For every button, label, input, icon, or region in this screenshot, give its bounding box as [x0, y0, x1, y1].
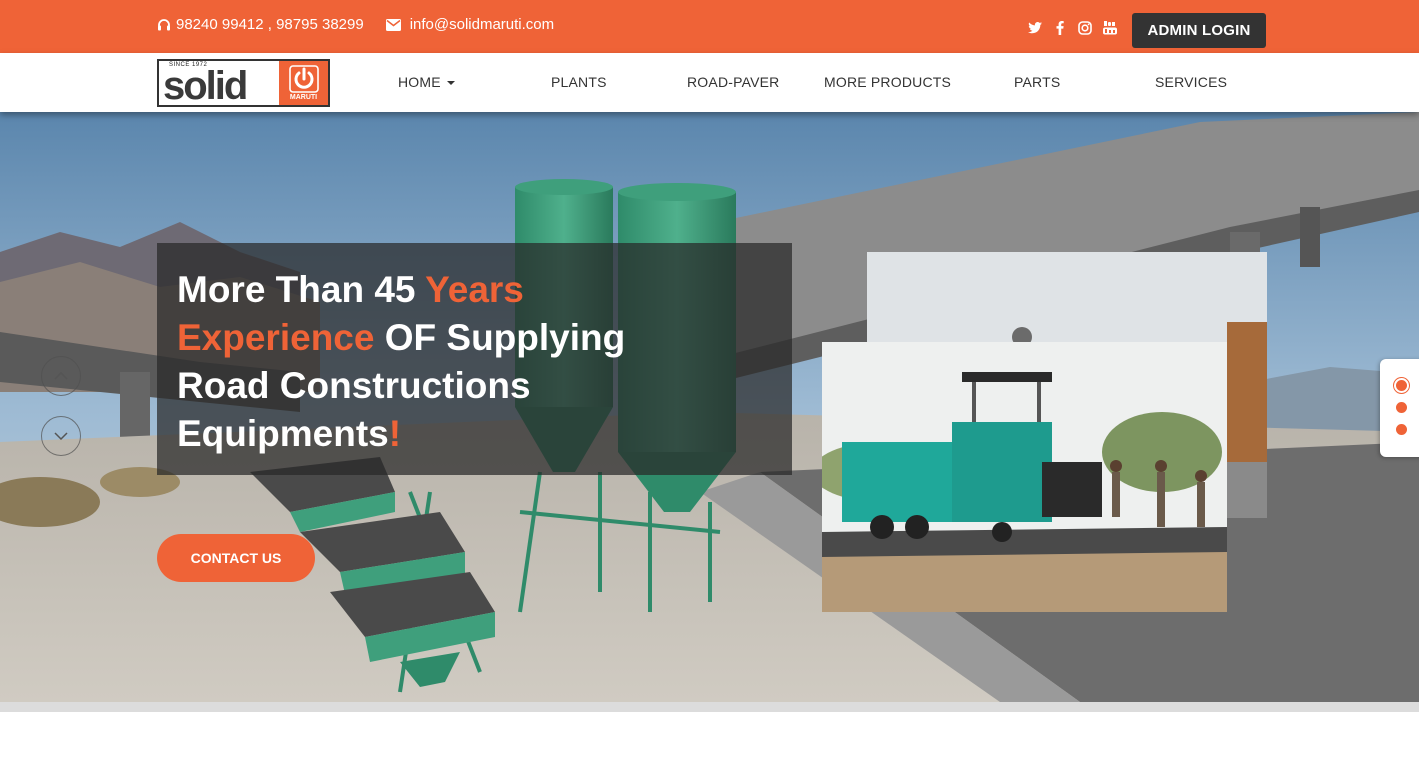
logo-wordmark: SINCE 1972 solid: [159, 61, 279, 108]
youtube-icon[interactable]: [1102, 20, 1117, 35]
headline-part-5: Road Constructions: [177, 365, 531, 406]
logo-sub: MARUTI: [289, 94, 318, 101]
nav-parts[interactable]: PARTS: [1014, 74, 1060, 90]
slide-up-button[interactable]: [41, 356, 81, 396]
contact-info: 98240 99412 , 98795 38299 info@solidmaru…: [157, 16, 554, 33]
headline-part-2: Years: [425, 269, 524, 310]
logo-mark: MARUTI: [279, 61, 328, 105]
chevron-down-icon: [54, 432, 68, 440]
email-address[interactable]: info@solidmaruti.com: [410, 16, 554, 33]
slide-down-button[interactable]: [41, 416, 81, 456]
admin-login-button[interactable]: ADMIN LOGIN: [1132, 13, 1266, 48]
headline-part-6: Equipments: [177, 413, 389, 454]
envelope-icon: [385, 18, 401, 31]
nav-services[interactable]: SERVICES: [1155, 74, 1227, 90]
slide-dot-1[interactable]: [1396, 380, 1407, 391]
nav-home[interactable]: HOME: [398, 74, 455, 90]
chevron-up-icon: [54, 372, 68, 380]
hero-photo-paver: [822, 342, 1227, 612]
main-navbar: SINCE 1972 solid MARUTI HOME PLANTS ROAD…: [0, 53, 1419, 112]
headline-part-4: OF Supplying: [374, 317, 626, 358]
nav-home-label: HOME: [398, 74, 441, 90]
email-block[interactable]: info@solidmaruti.com: [385, 16, 554, 33]
headline-part-1: More Than 45: [177, 269, 426, 310]
top-bar: 98240 99412 , 98795 38299 info@solidmaru…: [0, 0, 1419, 53]
instagram-icon[interactable]: [1077, 20, 1092, 35]
social-links: [1027, 20, 1117, 35]
logo-word: solid: [163, 64, 248, 108]
hero-headline: More Than 45 Years Experience OF Supplyi…: [177, 266, 777, 458]
headline-part-3: Experience: [177, 317, 375, 358]
slide-dot-3[interactable]: [1396, 424, 1407, 435]
slider-pagination: [1380, 359, 1419, 457]
site-logo[interactable]: SINCE 1972 solid MARUTI: [157, 59, 330, 107]
nav-road-paver[interactable]: ROAD-PAVER: [687, 74, 780, 90]
nav-more-products[interactable]: MORE PRODUCTS: [824, 74, 951, 90]
contact-us-button[interactable]: CONTACT US: [157, 534, 315, 582]
phone-numbers[interactable]: 98240 99412 , 98795 38299: [176, 16, 364, 33]
hero-bottom-strip: [0, 702, 1419, 712]
caret-down-icon: [445, 74, 455, 90]
headline-part-7: !: [388, 413, 402, 454]
power-icon: [288, 65, 319, 93]
nav-plants[interactable]: PLANTS: [551, 74, 607, 90]
slide-dot-2[interactable]: [1396, 402, 1407, 413]
below-fold-section: [0, 712, 1419, 772]
twitter-icon[interactable]: [1027, 20, 1042, 35]
headphones-icon: [157, 18, 171, 32]
facebook-icon[interactable]: [1052, 20, 1067, 35]
